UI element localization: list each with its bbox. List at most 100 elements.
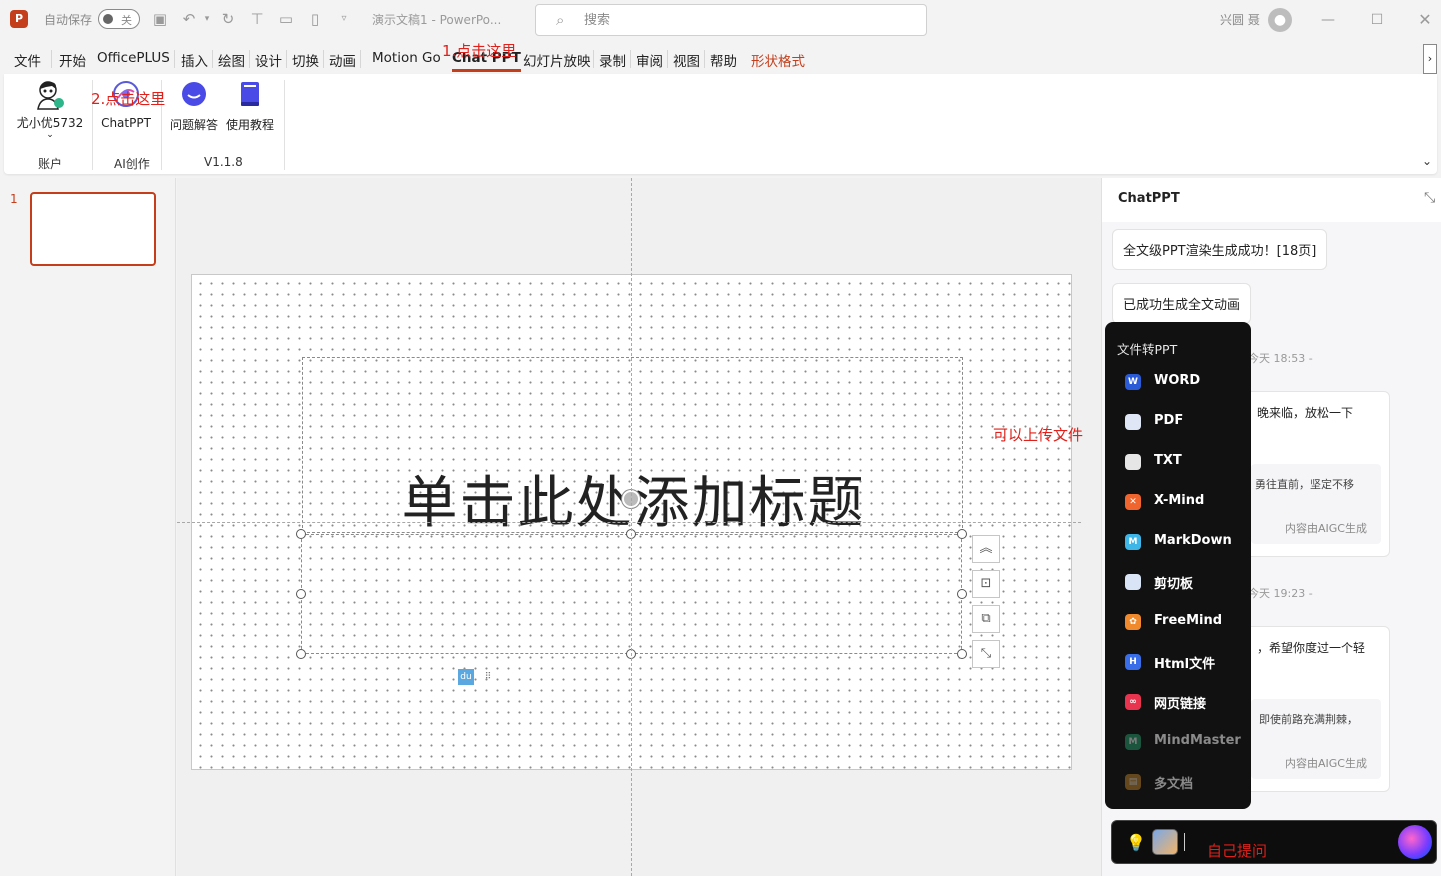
word-icon: W <box>1125 374 1141 390</box>
menu-item-label: MindMaster <box>1154 733 1241 748</box>
tab-transitions[interactable]: 切换 <box>292 50 319 70</box>
ai-group-label: AI创作 <box>114 157 150 171</box>
menu-item-pdf[interactable]: PDF <box>1105 404 1251 440</box>
menu-item-mindmaster[interactable]: M MindMaster <box>1105 724 1251 760</box>
tab-review[interactable]: 审阅 <box>636 50 663 70</box>
tab-officeplus[interactable]: OfficePLUS <box>97 50 170 66</box>
menu-item-txt[interactable]: TXT <box>1105 444 1251 480</box>
tab-file[interactable]: 文件 <box>14 50 41 70</box>
tab-separator <box>212 50 213 68</box>
message-time: 今天 19:23 - <box>1248 587 1313 600</box>
resize-handle[interactable] <box>296 529 306 539</box>
vertical-guide <box>631 178 632 876</box>
tab-record[interactable]: 录制 <box>599 50 626 70</box>
tab-separator <box>249 50 250 68</box>
resize-handle[interactable] <box>957 529 967 539</box>
menu-item-freemind[interactable]: ✿ FreeMind <box>1105 604 1251 640</box>
customize-icon[interactable]: ▿ <box>335 10 353 28</box>
lightbulb-icon[interactable]: 💡 <box>1126 833 1146 852</box>
menu-item-label: 多文档 <box>1154 777 1194 792</box>
annotation-ask-hint: 自己提问 <box>1207 842 1268 860</box>
message-text: ，希望你度过一个轻 <box>1257 641 1366 655</box>
tab-view[interactable]: 视图 <box>673 50 700 70</box>
text-caret <box>1184 833 1185 851</box>
tab-separator <box>51 50 52 68</box>
menu-item-link[interactable]: ∞ 网页链接 <box>1105 684 1251 720</box>
resize-handle[interactable] <box>957 649 967 659</box>
menu-item-markdown[interactable]: M MarkDown <box>1105 524 1251 560</box>
tab-slideshow[interactable]: 幻灯片放映 <box>523 50 591 70</box>
markdown-icon: M <box>1125 534 1141 550</box>
expand-icon[interactable]: ⤡ <box>972 640 1000 668</box>
tabs-scroll-right-icon[interactable]: › <box>1423 44 1437 74</box>
message-text: 晚来临，放松一下 <box>1257 406 1354 420</box>
tab-home[interactable]: 开始 <box>59 50 86 70</box>
undo-dropdown-icon[interactable]: ▾ <box>198 10 216 28</box>
account-button[interactable]: 尤小优5732 ⌄ <box>16 80 84 140</box>
message-card: 晚来临，放松一下 勇往直前，坚定不移 内容由AIGC生成 <box>1242 391 1390 557</box>
ask-input-box[interactable]: 💡 <box>1111 820 1437 864</box>
image-upload-icon[interactable] <box>1152 829 1178 855</box>
maximize-icon[interactable]: ☐ <box>1365 8 1389 32</box>
menu-item-html[interactable]: H Html文件 <box>1105 644 1251 680</box>
slide-canvas: 单击此处添加标题 ︽ ⊡ ⧉ ⤡ du ⠿ 可以上传文件 <box>177 178 1101 876</box>
aigc-tag: 内容由AIGC生成 <box>1285 757 1367 770</box>
qa-button[interactable]: 问题解答 <box>168 80 220 133</box>
tutorial-button[interactable]: 使用教程 <box>224 80 276 133</box>
tab-separator <box>323 50 324 68</box>
text-format-icon[interactable]: du <box>458 669 474 685</box>
new-icon[interactable]: ▯ <box>306 10 324 28</box>
text-options-icon[interactable]: ⠿ <box>480 669 496 685</box>
send-orb-icon[interactable] <box>1398 825 1432 859</box>
layout-options-icon[interactable]: ︽ <box>972 535 1000 563</box>
open-icon[interactable]: ▭ <box>277 10 295 28</box>
menu-item-label: TXT <box>1154 453 1182 468</box>
save-icon[interactable]: ▣ <box>151 10 169 28</box>
tab-motion-go[interactable]: Motion Go <box>372 50 441 66</box>
tab-shape-format[interactable]: 形状格式 <box>751 50 805 70</box>
autosave-toggle[interactable]: 关 <box>98 9 140 29</box>
status-bubble: 已成功生成全文动画 <box>1112 283 1252 324</box>
ribbon-panel: 尤小优5732 ⌄ 账户 ChatPPT AI创作 问题解答 使用教程 V1.1… <box>4 74 1437 174</box>
multidoc-icon: ▤ <box>1125 774 1141 790</box>
tab-separator <box>704 50 705 68</box>
search-input[interactable] <box>584 11 904 29</box>
tab-animations[interactable]: 动画 <box>329 50 356 70</box>
present-icon[interactable]: ⊤ <box>248 10 266 28</box>
arrange-icon[interactable]: ⧉ <box>972 605 1000 633</box>
resize-handle[interactable] <box>296 589 306 599</box>
resize-handle[interactable] <box>957 589 967 599</box>
redo-icon[interactable]: ↻ <box>219 10 237 28</box>
search-icon: ⌕ <box>556 11 565 29</box>
tab-help[interactable]: 帮助 <box>710 50 737 70</box>
search-box[interactable]: ⌕ <box>535 4 927 36</box>
minimize-icon[interactable]: — <box>1316 8 1340 32</box>
collapse-ribbon-icon[interactable]: ⌄ <box>1422 154 1432 168</box>
close-icon[interactable]: ✕ <box>1413 8 1437 32</box>
slide-thumbnail-pane: 1 <box>0 178 176 876</box>
user-avatar-icon[interactable]: ● <box>1268 8 1292 32</box>
message-sub-text: 即使前路充满荆棘， <box>1259 713 1358 726</box>
resize-handle[interactable] <box>296 649 306 659</box>
menu-item-label: FreeMind <box>1154 613 1223 628</box>
shrink-icon[interactable]: ⤡ <box>1424 190 1435 206</box>
clipboard-icon <box>1125 574 1141 590</box>
slide-thumbnail[interactable] <box>30 192 156 266</box>
tab-insert[interactable]: 插入 <box>181 50 208 70</box>
annotation-step2: 2.点击这里 <box>91 90 166 108</box>
menu-item-multidoc[interactable]: ▤ 多文档 <box>1105 764 1251 800</box>
menu-item-label: WORD <box>1154 373 1201 388</box>
menu-item-xmind[interactable]: ✕ X-Mind <box>1105 484 1251 520</box>
tab-draw[interactable]: 绘图 <box>218 50 245 70</box>
pane-title: ChatPPT <box>1118 191 1180 206</box>
undo-icon[interactable]: ↶ <box>180 10 198 28</box>
title-bar: P 自动保存 关 ▣ ↶ ▾ ↻ ⊤ ▭ ▯ ▿ 演示文稿1 - PowerPo… <box>0 0 1441 40</box>
tab-separator <box>593 50 594 68</box>
file-to-ppt-menu: 文件转PPT W WORD PDF TXT ✕ X-Mind M MarkDown 剪切板 ✿ Fr… <box>1105 322 1251 809</box>
menu-item-clipboard[interactable]: 剪切板 <box>1105 564 1251 600</box>
shape-styles-icon[interactable]: ⊡ <box>972 570 1000 598</box>
tab-design[interactable]: 设计 <box>255 50 282 70</box>
tab-separator <box>286 50 287 68</box>
message-sub-text: 勇往直前，坚定不移 <box>1255 478 1354 491</box>
menu-item-word[interactable]: W WORD <box>1105 364 1251 400</box>
